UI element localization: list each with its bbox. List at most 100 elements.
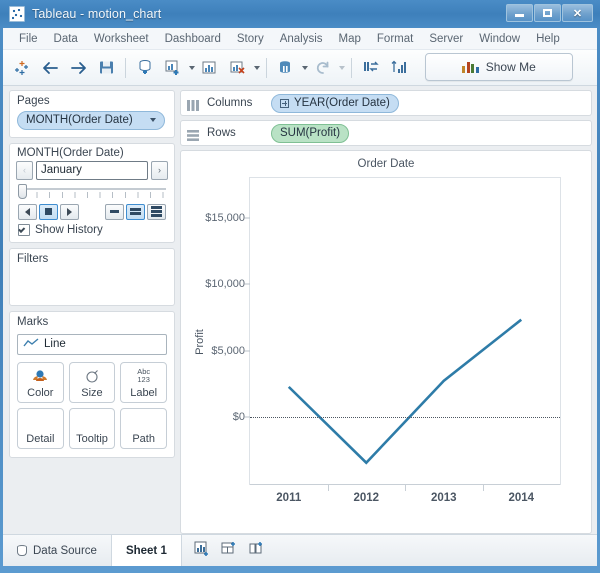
bottom-tab-sheet-1[interactable]: Sheet 1 [111, 535, 182, 566]
toolbar-divider [125, 57, 126, 78]
menu-item-worksheet[interactable]: Worksheet [86, 31, 157, 47]
marks-detail-button[interactable]: Detail [17, 407, 64, 449]
menu-item-window[interactable]: Window [471, 31, 528, 47]
abc-123-icon: Abc 123 [137, 367, 150, 386]
tableau-start-icon[interactable] [9, 55, 35, 81]
menu-item-data[interactable]: Data [46, 31, 86, 47]
maximize-button[interactable] [534, 4, 561, 22]
chart-plot-area[interactable]: $0 $5,000 $10,000 $15,000 2011 2012 2013 2014 [205, 177, 561, 504]
left-pane: Pages MONTH(Order Date) MONTH(Order Date… [3, 86, 179, 534]
chart-line-series [250, 178, 560, 484]
y-axis-tick-label: $15,000 [205, 211, 245, 224]
marks-tooltip-button[interactable]: Tooltip [68, 407, 116, 449]
pages-shelf[interactable]: MONTH(Order Date) [10, 110, 174, 130]
chart-title: Order Date [357, 158, 415, 170]
x-axis-tick-label: 2013 [430, 492, 457, 504]
x-axis-tick-label: 2014 [508, 492, 535, 504]
window-controls: ✕ [506, 4, 593, 22]
new-dashboard-icon[interactable] [221, 541, 238, 561]
sort-ascending-icon[interactable] [386, 55, 412, 81]
page-selector-row: ‹ January › [10, 160, 174, 180]
show-history-checkbox[interactable] [18, 223, 30, 236]
expand-plus-icon[interactable] [280, 98, 289, 108]
back-arrow-icon[interactable] [37, 55, 63, 81]
y-axis-tick-label: $0 [232, 411, 245, 424]
minimize-button[interactable] [506, 4, 533, 22]
rows-pill-sum-profit[interactable]: SUM(Profit) [271, 123, 350, 143]
bottom-tab-data-source-label: Data Source [33, 544, 97, 557]
page-month-select[interactable]: January [36, 160, 148, 180]
y-axis-tick-mark [245, 350, 250, 352]
speed-fast-button[interactable] [147, 203, 166, 220]
menu-item-story[interactable]: Story [229, 31, 272, 47]
work-area: Pages MONTH(Order Date) MONTH(Order Date… [3, 86, 597, 534]
menu-item-help[interactable]: Help [528, 31, 568, 47]
speed-medium-button[interactable] [126, 203, 145, 220]
columns-shelf[interactable]: Columns YEAR(Order Date) [180, 90, 592, 116]
data-source-icon[interactable] [273, 55, 299, 81]
menu-item-server[interactable]: Server [421, 31, 471, 47]
chevron-down-icon[interactable] [150, 118, 156, 122]
rows-shelf[interactable]: Rows SUM(Profit) [180, 120, 592, 146]
new-worksheet-icon[interactable] [194, 541, 211, 561]
columns-icon [187, 98, 199, 111]
page-prev-button[interactable]: ‹ [16, 160, 33, 180]
connect-data-icon[interactable] [132, 55, 158, 81]
marks-title: Marks [17, 315, 49, 328]
marks-path-button[interactable]: Path [120, 407, 167, 449]
marks-detail-label: Detail [26, 432, 55, 445]
marks-size-label: Size [81, 386, 103, 399]
menu-item-map[interactable]: Map [331, 31, 369, 47]
database-icon [17, 544, 27, 557]
clear-sheet-dropdown-caret[interactable] [254, 65, 260, 70]
pages-pill-month-order-date[interactable]: MONTH(Order Date) [17, 110, 165, 130]
playback-back-button[interactable] [18, 203, 37, 220]
window-title: Tableau - motion_chart [32, 7, 162, 21]
slider-thumb[interactable] [18, 183, 27, 199]
duplicate-sheet-icon[interactable] [197, 55, 223, 81]
mark-type-value: Line [44, 338, 66, 350]
data-source-dropdown-caret[interactable] [302, 65, 308, 70]
view-card[interactable]: Order Date Profit $0 $5,000 $10,000 $15,000… [180, 150, 592, 534]
columns-pill-year-order-date[interactable]: YEAR(Order Date) [271, 93, 399, 113]
x-axis-tick[interactable]: 2014 [508, 488, 534, 506]
new-story-icon[interactable] [248, 541, 265, 561]
numbers-text: 123 [137, 375, 150, 384]
menu-item-file[interactable]: File [11, 31, 46, 47]
menu-item-analysis[interactable]: Analysis [272, 31, 331, 47]
marks-label-button[interactable]: Abc 123 Label [120, 361, 167, 403]
forward-arrow-icon[interactable] [65, 55, 91, 81]
new-worksheet-icon[interactable] [160, 55, 186, 81]
x-axis-tick[interactable]: 2011 [276, 488, 301, 506]
refresh-dropdown-caret[interactable] [339, 65, 345, 70]
marks-buttons-grid: Color Size Abc 123 Label Detail Tooltip … [10, 355, 174, 449]
marks-color-button[interactable]: Color [17, 361, 64, 403]
menu-item-dashboard[interactable]: Dashboard [157, 31, 229, 47]
swap-rows-columns-icon[interactable] [358, 55, 384, 81]
refresh-icon[interactable] [310, 55, 336, 81]
playback-forward-button[interactable] [60, 203, 79, 220]
bottom-tab-data-source[interactable]: Data Source [3, 535, 112, 566]
page-slider[interactable] [18, 183, 166, 201]
close-button[interactable]: ✕ [562, 4, 593, 22]
menu-item-format[interactable]: Format [369, 31, 421, 47]
zero-reference-line [250, 417, 560, 419]
menubar: File Data Worksheet Dashboard Story Anal… [3, 28, 597, 50]
show-me-button[interactable]: Show Me [425, 53, 573, 81]
bottom-tab-sheet-1-label: Sheet 1 [125, 544, 167, 557]
mark-type-select[interactable]: Line [17, 333, 167, 355]
playback-stop-button[interactable] [39, 203, 58, 220]
clear-sheet-icon[interactable] [225, 55, 251, 81]
new-worksheet-dropdown-caret[interactable] [189, 65, 195, 70]
speed-slow-button[interactable] [105, 203, 124, 220]
page-next-button[interactable]: › [151, 160, 168, 180]
rows-icon [187, 128, 199, 141]
x-axis-tick[interactable]: 2012 [353, 488, 379, 506]
bottom-bar: Data Source Sheet 1 [3, 534, 597, 566]
save-icon[interactable] [93, 55, 119, 81]
right-pane: Columns YEAR(Order Date) Rows SUM(Profit… [179, 86, 597, 534]
x-axis-tick[interactable]: 2013 [431, 488, 457, 506]
marks-size-button[interactable]: Size [68, 361, 116, 403]
filters-card[interactable]: Filters [9, 247, 175, 306]
pages-title: Pages [17, 95, 50, 107]
